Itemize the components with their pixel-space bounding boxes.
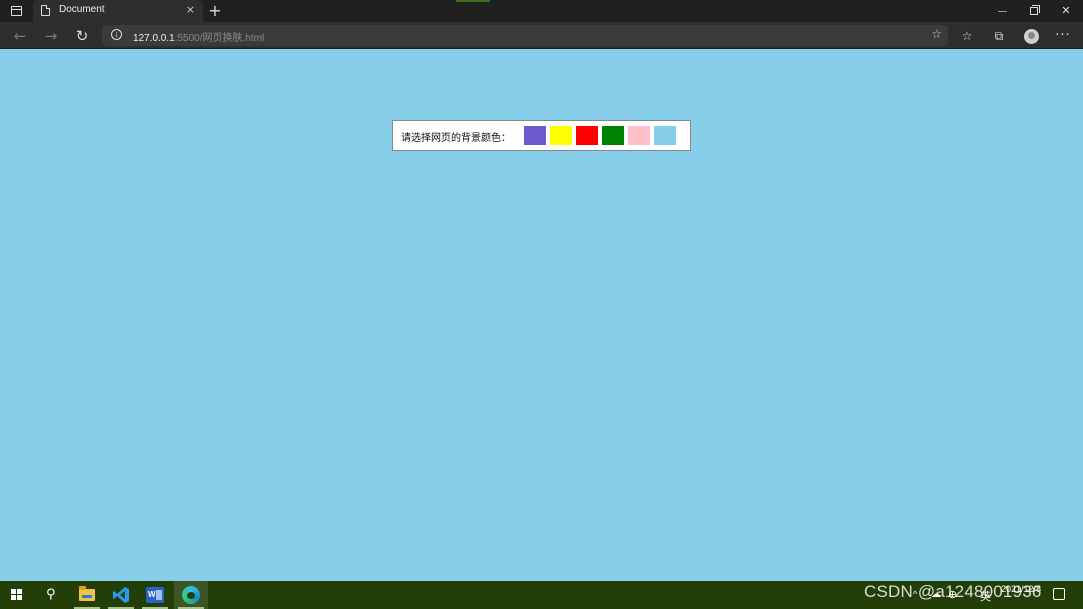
navigation-bar: ← → ↻ i 127.0.0.1:5500/网页换肤.html ☆ ☆ ⧉ ·… bbox=[0, 22, 1083, 49]
search-icon: ⚲ bbox=[46, 587, 56, 602]
folder-icon bbox=[79, 586, 95, 601]
address-bar[interactable]: i 127.0.0.1:5500/网页换肤.html ☆ bbox=[102, 25, 948, 46]
back-button[interactable]: ← bbox=[9, 25, 31, 47]
window-close-button[interactable]: ✕ bbox=[1049, 0, 1083, 22]
collections-button[interactable]: ⧉ bbox=[988, 25, 1010, 47]
watermark: CSDN @a1248001936 bbox=[864, 582, 1042, 601]
minimize-button[interactable] bbox=[985, 0, 1019, 22]
start-button[interactable] bbox=[0, 581, 34, 609]
color-swatch-pink[interactable] bbox=[628, 126, 650, 145]
taskbar-app-file-explorer[interactable] bbox=[70, 581, 104, 609]
edge-icon bbox=[182, 586, 200, 604]
window-accent bbox=[456, 0, 490, 2]
add-favorite-icon[interactable]: ☆ bbox=[931, 27, 942, 41]
reload-button[interactable]: ↻ bbox=[71, 25, 93, 47]
restore-button[interactable] bbox=[1017, 0, 1051, 22]
search-button[interactable]: ⚲ bbox=[34, 581, 68, 609]
word-icon: W bbox=[146, 587, 164, 603]
color-swatch-slateblue[interactable] bbox=[524, 126, 546, 145]
minimize-icon bbox=[997, 10, 1007, 12]
restore-icon bbox=[1030, 5, 1040, 15]
tab-close-button[interactable]: × bbox=[186, 3, 195, 16]
forward-button[interactable]: → bbox=[40, 25, 62, 47]
title-bar: Document × + ✕ bbox=[0, 0, 1083, 22]
vscode-icon bbox=[113, 587, 129, 603]
page-icon bbox=[41, 5, 50, 16]
page-viewport: 请选择网页的背景颜色： bbox=[0, 49, 1083, 581]
taskbar-app-vscode[interactable] bbox=[104, 581, 138, 609]
url-host: 127.0.0.1 bbox=[133, 33, 175, 44]
new-tab-button[interactable]: + bbox=[206, 0, 224, 22]
profile-button[interactable] bbox=[1020, 25, 1042, 47]
url-path: :5500/网页换肤.html bbox=[174, 33, 265, 44]
color-swatch-yellow[interactable] bbox=[550, 126, 572, 145]
color-swatch-skyblue[interactable] bbox=[654, 126, 676, 145]
taskbar-app-edge[interactable] bbox=[174, 581, 208, 609]
tab-actions-button[interactable] bbox=[8, 3, 26, 19]
color-swatch-green[interactable] bbox=[602, 126, 624, 145]
taskbar-app-word[interactable]: W bbox=[138, 581, 172, 609]
picker-label: 请选择网页的背景颜色： bbox=[401, 133, 511, 144]
windows-icon bbox=[11, 589, 23, 601]
more-menu-button[interactable]: ··· bbox=[1052, 25, 1074, 47]
color-swatch-red[interactable] bbox=[576, 126, 598, 145]
color-picker-box: 请选择网页的背景颜色： bbox=[392, 120, 691, 151]
url-text[interactable]: 127.0.0.1:5500/网页换肤.html bbox=[133, 29, 264, 44]
tab-title: Document bbox=[59, 4, 105, 15]
favorites-button[interactable]: ☆ bbox=[956, 25, 978, 47]
avatar bbox=[1023, 29, 1039, 44]
tab-document[interactable]: Document × bbox=[33, 0, 203, 22]
notification-icon[interactable] bbox=[1053, 588, 1065, 600]
tab-actions-icon bbox=[11, 6, 22, 16]
site-info-icon[interactable]: i bbox=[111, 29, 122, 40]
